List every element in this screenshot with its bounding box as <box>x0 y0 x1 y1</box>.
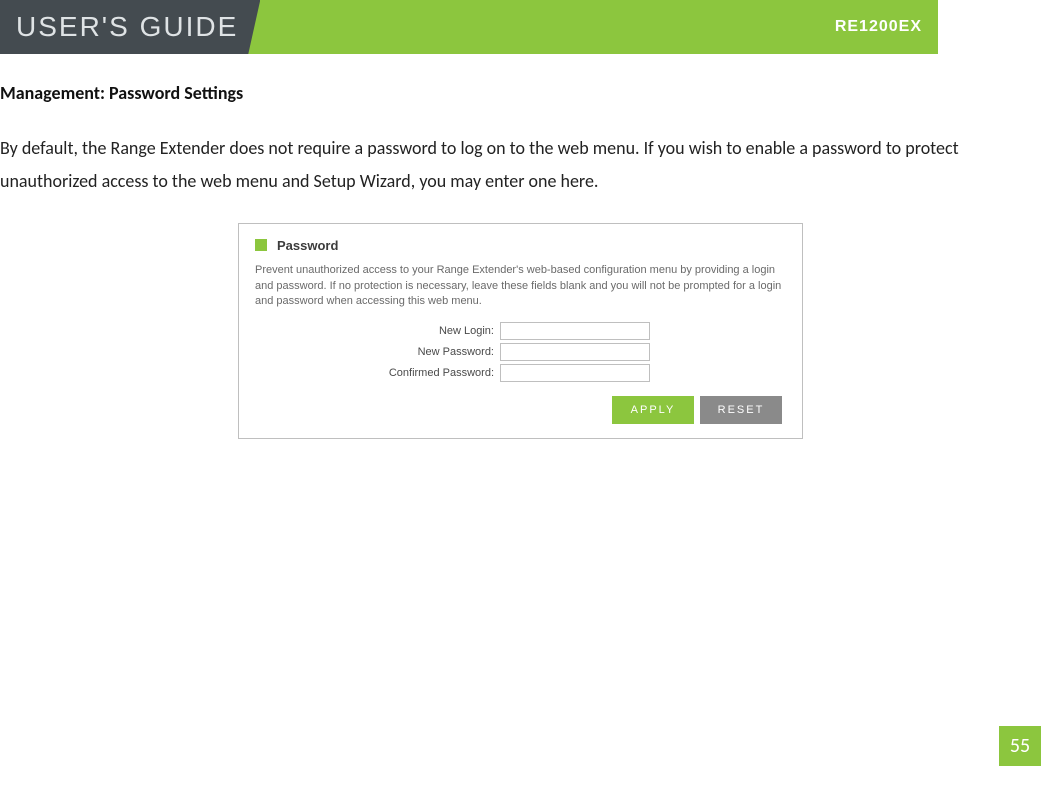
header-title: USER'S GUIDE <box>16 11 238 43</box>
form-row-login: New Login: <box>255 322 706 340</box>
panel-title: Password <box>277 238 338 253</box>
form-row-confirm: Confirmed Password: <box>255 364 706 382</box>
header-bar: USER'S GUIDE RE1200EX <box>0 0 938 54</box>
page-number: 55 <box>1010 734 1030 758</box>
new-password-input[interactable] <box>500 343 650 361</box>
confirm-password-input[interactable] <box>500 364 650 382</box>
page-number-box: 55 <box>999 726 1041 766</box>
button-row: APPLY RESET <box>255 396 786 424</box>
header-model: RE1200EX <box>835 18 938 36</box>
password-panel: Password Prevent unauthorized access to … <box>238 223 803 440</box>
form-rows: New Login: New Password: Confirmed Passw… <box>255 322 786 382</box>
panel-header: Password <box>255 238 786 253</box>
reset-button[interactable]: RESET <box>700 396 782 424</box>
section-heading: Management: Password Settings <box>0 82 1041 104</box>
bullet-icon <box>255 239 267 251</box>
form-row-password: New Password: <box>255 343 706 361</box>
panel-description: Prevent unauthorized access to your Rang… <box>255 263 786 311</box>
header-left: USER'S GUIDE <box>0 0 260 54</box>
new-password-label: New Password: <box>255 346 500 358</box>
section-description: By default, the Range Extender does not … <box>0 132 1041 199</box>
panel-wrap: Password Prevent unauthorized access to … <box>0 223 1041 440</box>
apply-button[interactable]: APPLY <box>612 396 694 424</box>
new-login-input[interactable] <box>500 322 650 340</box>
confirm-password-label: Confirmed Password: <box>255 367 500 379</box>
page-content: Management: Password Settings By default… <box>0 54 1041 439</box>
new-login-label: New Login: <box>255 325 500 337</box>
